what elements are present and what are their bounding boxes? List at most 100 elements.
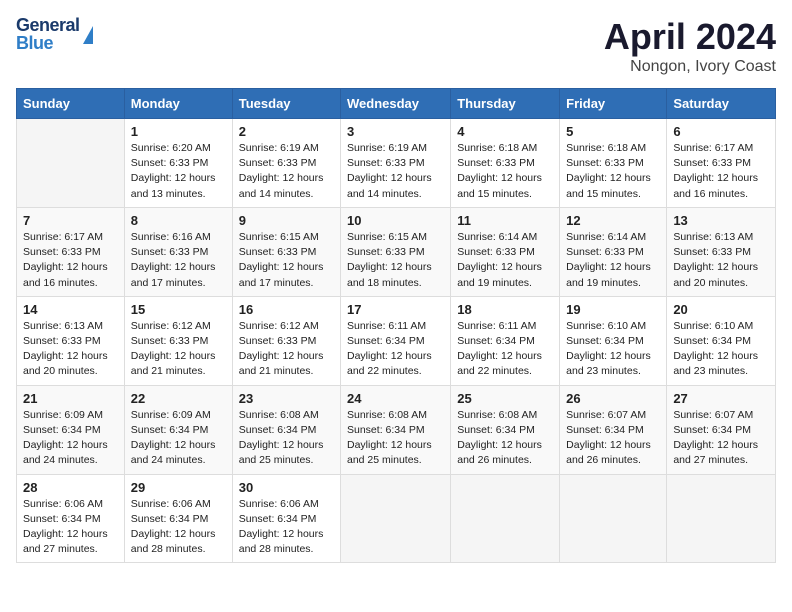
day-info: Sunrise: 6:17 AM Sunset: 6:33 PM Dayligh… <box>23 230 118 291</box>
calendar-cell: 30 Sunrise: 6:06 AM Sunset: 6:34 PM Dayli… <box>232 474 340 563</box>
day-number: 15 <box>131 302 226 317</box>
logo: General Blue <box>16 16 93 52</box>
calendar-cell: 1 Sunrise: 6:20 AM Sunset: 6:33 PM Daylig… <box>124 119 232 208</box>
day-info: Sunrise: 6:09 AM Sunset: 6:34 PM Dayligh… <box>23 408 118 469</box>
day-number: 10 <box>347 213 444 228</box>
page-header: General Blue April 2024 Nongon, Ivory Co… <box>16 16 776 76</box>
calendar-cell: 7 Sunrise: 6:17 AM Sunset: 6:33 PM Daylig… <box>17 207 125 296</box>
calendar-cell: 28 Sunrise: 6:06 AM Sunset: 6:34 PM Dayli… <box>17 474 125 563</box>
calendar-cell <box>560 474 667 563</box>
calendar-cell: 14Sunrise: 6:13 AM Sunset: 6:33 PM Dayli… <box>17 296 125 385</box>
day-info: Sunrise: 6:06 AM Sunset: 6:34 PM Dayligh… <box>239 497 334 558</box>
day-number: 16 <box>239 302 334 317</box>
day-number: 30 <box>239 480 334 495</box>
day-info: Sunrise: 6:18 AM Sunset: 6:33 PM Dayligh… <box>457 141 553 202</box>
calendar-cell: 27 Sunrise: 6:07 AM Sunset: 6:34 PM Dayli… <box>667 385 776 474</box>
calendar-cell: 9 Sunrise: 6:15 AM Sunset: 6:33 PM Daylig… <box>232 207 340 296</box>
day-info: Sunrise: 6:07 AM Sunset: 6:34 PM Dayligh… <box>566 408 660 469</box>
calendar-cell: 18 Sunrise: 6:11 AM Sunset: 6:34 PM Dayli… <box>451 296 560 385</box>
calendar-cell: 17Sunrise: 6:11 AM Sunset: 6:34 PM Dayli… <box>341 296 451 385</box>
day-number: 29 <box>131 480 226 495</box>
week-row-4: 21Sunrise: 6:09 AM Sunset: 6:34 PM Dayli… <box>17 385 776 474</box>
calendar-cell: 12Sunrise: 6:14 AM Sunset: 6:33 PM Dayli… <box>560 207 667 296</box>
week-row-3: 14Sunrise: 6:13 AM Sunset: 6:33 PM Dayli… <box>17 296 776 385</box>
day-info: Sunrise: 6:13 AM Sunset: 6:33 PM Dayligh… <box>673 230 769 291</box>
day-info: Sunrise: 6:06 AM Sunset: 6:34 PM Dayligh… <box>23 497 118 558</box>
day-number: 27 <box>673 391 769 406</box>
day-number: 20 <box>673 302 769 317</box>
calendar-table: SundayMondayTuesdayWednesdayThursdayFrid… <box>16 88 776 563</box>
day-number: 28 <box>23 480 118 495</box>
day-info: Sunrise: 6:08 AM Sunset: 6:34 PM Dayligh… <box>347 408 444 469</box>
day-number: 6 <box>673 124 769 139</box>
day-info: Sunrise: 6:20 AM Sunset: 6:33 PM Dayligh… <box>131 141 226 202</box>
week-row-2: 7 Sunrise: 6:17 AM Sunset: 6:33 PM Daylig… <box>17 207 776 296</box>
day-info: Sunrise: 6:10 AM Sunset: 6:34 PM Dayligh… <box>673 319 769 380</box>
calendar-cell: 13 Sunrise: 6:13 AM Sunset: 6:33 PM Dayli… <box>667 207 776 296</box>
day-info: Sunrise: 6:17 AM Sunset: 6:33 PM Dayligh… <box>673 141 769 202</box>
day-number: 11 <box>457 213 553 228</box>
day-number: 3 <box>347 124 444 139</box>
day-number: 7 <box>23 213 118 228</box>
logo-wordmark: General Blue <box>16 16 80 52</box>
logo-triangle-icon <box>83 26 93 44</box>
day-number: 26 <box>566 391 660 406</box>
title-area: April 2024 Nongon, Ivory Coast <box>604 16 776 76</box>
logo-blue-text: Blue <box>16 34 80 52</box>
day-info: Sunrise: 6:08 AM Sunset: 6:34 PM Dayligh… <box>239 408 334 469</box>
day-info: Sunrise: 6:18 AM Sunset: 6:33 PM Dayligh… <box>566 141 660 202</box>
calendar-cell: 2 Sunrise: 6:19 AM Sunset: 6:33 PM Daylig… <box>232 119 340 208</box>
calendar-cell: 6 Sunrise: 6:17 AM Sunset: 6:33 PM Daylig… <box>667 119 776 208</box>
calendar-cell: 10Sunrise: 6:15 AM Sunset: 6:33 PM Dayli… <box>341 207 451 296</box>
day-info: Sunrise: 6:15 AM Sunset: 6:33 PM Dayligh… <box>239 230 334 291</box>
day-number: 18 <box>457 302 553 317</box>
day-info: Sunrise: 6:16 AM Sunset: 6:33 PM Dayligh… <box>131 230 226 291</box>
calendar-cell: 22Sunrise: 6:09 AM Sunset: 6:34 PM Dayli… <box>124 385 232 474</box>
week-row-1: 1 Sunrise: 6:20 AM Sunset: 6:33 PM Daylig… <box>17 119 776 208</box>
day-info: Sunrise: 6:19 AM Sunset: 6:33 PM Dayligh… <box>239 141 334 202</box>
calendar-cell: 8 Sunrise: 6:16 AM Sunset: 6:33 PM Daylig… <box>124 207 232 296</box>
day-info: Sunrise: 6:14 AM Sunset: 6:33 PM Dayligh… <box>457 230 553 291</box>
day-info: Sunrise: 6:11 AM Sunset: 6:34 PM Dayligh… <box>347 319 444 380</box>
day-info: Sunrise: 6:11 AM Sunset: 6:34 PM Dayligh… <box>457 319 553 380</box>
logo-general-text: General <box>16 16 80 34</box>
day-info: Sunrise: 6:09 AM Sunset: 6:34 PM Dayligh… <box>131 408 226 469</box>
day-info: Sunrise: 6:12 AM Sunset: 6:33 PM Dayligh… <box>239 319 334 380</box>
day-header-thursday: Thursday <box>451 89 560 119</box>
day-number: 4 <box>457 124 553 139</box>
calendar-cell <box>451 474 560 563</box>
day-info: Sunrise: 6:08 AM Sunset: 6:34 PM Dayligh… <box>457 408 553 469</box>
day-info: Sunrise: 6:10 AM Sunset: 6:34 PM Dayligh… <box>566 319 660 380</box>
day-number: 24 <box>347 391 444 406</box>
day-header-sunday: Sunday <box>17 89 125 119</box>
day-header-monday: Monday <box>124 89 232 119</box>
calendar-cell: 29 Sunrise: 6:06 AM Sunset: 6:34 PM Dayli… <box>124 474 232 563</box>
day-number: 8 <box>131 213 226 228</box>
day-header-saturday: Saturday <box>667 89 776 119</box>
day-number: 9 <box>239 213 334 228</box>
day-number: 2 <box>239 124 334 139</box>
day-number: 23 <box>239 391 334 406</box>
calendar-cell: 23 Sunrise: 6:08 AM Sunset: 6:34 PM Dayli… <box>232 385 340 474</box>
calendar-subtitle: Nongon, Ivory Coast <box>604 58 776 76</box>
calendar-cell <box>17 119 125 208</box>
day-number: 1 <box>131 124 226 139</box>
week-row-5: 28 Sunrise: 6:06 AM Sunset: 6:34 PM Dayli… <box>17 474 776 563</box>
calendar-cell: 11 Sunrise: 6:14 AM Sunset: 6:33 PM Dayli… <box>451 207 560 296</box>
day-header-wednesday: Wednesday <box>341 89 451 119</box>
day-number: 19 <box>566 302 660 317</box>
day-info: Sunrise: 6:07 AM Sunset: 6:34 PM Dayligh… <box>673 408 769 469</box>
calendar-cell <box>667 474 776 563</box>
calendar-cell: 19 Sunrise: 6:10 AM Sunset: 6:34 PM Dayli… <box>560 296 667 385</box>
day-header-tuesday: Tuesday <box>232 89 340 119</box>
calendar-cell: 16 Sunrise: 6:12 AM Sunset: 6:33 PM Dayli… <box>232 296 340 385</box>
day-number: 13 <box>673 213 769 228</box>
calendar-cell: 5 Sunrise: 6:18 AM Sunset: 6:33 PM Daylig… <box>560 119 667 208</box>
calendar-title: April 2024 <box>604 16 776 58</box>
day-info: Sunrise: 6:13 AM Sunset: 6:33 PM Dayligh… <box>23 319 118 380</box>
day-number: 5 <box>566 124 660 139</box>
calendar-cell: 4 Sunrise: 6:18 AM Sunset: 6:33 PM Daylig… <box>451 119 560 208</box>
day-number: 25 <box>457 391 553 406</box>
day-info: Sunrise: 6:06 AM Sunset: 6:34 PM Dayligh… <box>131 497 226 558</box>
calendar-header-row: SundayMondayTuesdayWednesdayThursdayFrid… <box>17 89 776 119</box>
